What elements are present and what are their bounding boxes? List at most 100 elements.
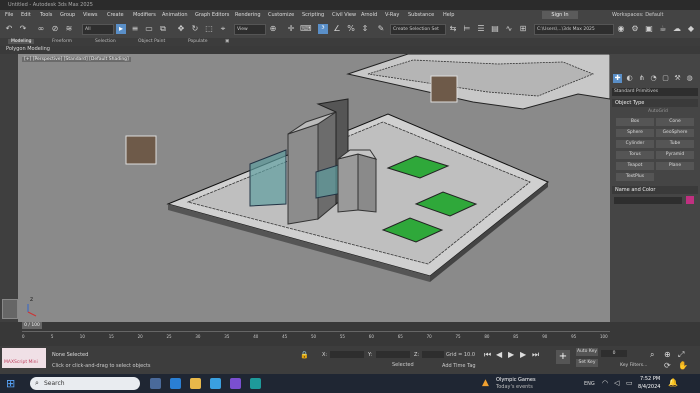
add-time-tag[interactable]: Add Time Tag bbox=[442, 363, 476, 369]
angle-snap-icon[interactable]: ∠ bbox=[332, 24, 342, 34]
create-tab-icon[interactable]: ✚ bbox=[613, 74, 622, 83]
render-setup-icon[interactable]: ⚙ bbox=[630, 24, 640, 34]
task-view-icon[interactable] bbox=[150, 378, 161, 389]
workspace-selector[interactable]: Workspaces: Default bbox=[612, 12, 663, 18]
arnold-render-icon[interactable]: ◆ bbox=[686, 24, 696, 34]
auto-key-button[interactable]: Auto Key bbox=[576, 348, 598, 356]
schematic-view-icon[interactable]: ⊞ bbox=[518, 24, 528, 34]
previous-frame-icon[interactable]: ◀ bbox=[496, 350, 502, 359]
menu-animation[interactable]: Animation bbox=[162, 12, 188, 18]
layer-explorer-icon[interactable]: ▤ bbox=[490, 24, 500, 34]
snaps-toggle-icon[interactable]: ³ bbox=[318, 24, 328, 34]
taskbar-search[interactable]: Search bbox=[30, 377, 140, 390]
select-object-icon[interactable]: ▸ bbox=[116, 24, 126, 34]
pan-icon[interactable]: ✋ bbox=[678, 361, 688, 370]
box-button[interactable]: Box bbox=[616, 118, 654, 126]
named-selection-dropdown[interactable]: Create Selection Set bbox=[390, 24, 446, 35]
ribbon-options-icon[interactable]: ▣ bbox=[225, 39, 229, 44]
category-geometry-icon[interactable]: ◍ bbox=[685, 74, 694, 83]
ribbon-tab-object-paint[interactable]: Object Paint bbox=[138, 39, 165, 44]
display-tab-icon[interactable]: ▢ bbox=[661, 74, 670, 83]
menu-graph-editors[interactable]: Graph Editors bbox=[195, 12, 229, 18]
notifications-icon[interactable]: 🔔 bbox=[668, 378, 678, 387]
play-icon[interactable]: ▶ bbox=[508, 350, 514, 359]
chrome-icon[interactable] bbox=[210, 378, 221, 389]
unlink-icon[interactable]: ⊘ bbox=[50, 24, 60, 34]
ribbon-tab-populate[interactable]: Populate bbox=[188, 39, 208, 44]
menu-help[interactable]: Help bbox=[443, 12, 454, 18]
current-frame-field[interactable]: 0 bbox=[601, 350, 627, 357]
hierarchy-tab-icon[interactable]: ⋔ bbox=[637, 74, 646, 83]
material-editor-icon[interactable]: ◉ bbox=[616, 24, 626, 34]
select-manipulate-icon[interactable]: ✛ bbox=[286, 24, 296, 34]
toggle-scene-explorer-icon[interactable]: ☰ bbox=[476, 24, 486, 34]
curve-editor-icon[interactable]: ∿ bbox=[504, 24, 514, 34]
lock-selection-icon[interactable]: 🔒 bbox=[300, 351, 309, 359]
menu-edit[interactable]: Edit bbox=[21, 12, 31, 18]
ribbon-tab-modeling[interactable]: Modeling bbox=[8, 39, 35, 44]
render-cloud-icon[interactable]: ☁ bbox=[672, 24, 682, 34]
redo-icon[interactable]: ↷ bbox=[18, 24, 28, 34]
maxscript-listener[interactable]: MAXScript Mini bbox=[2, 348, 46, 368]
undo-icon[interactable]: ↶ bbox=[4, 24, 14, 34]
sign-in-button[interactable]: Sign In bbox=[542, 11, 578, 19]
motion-tab-icon[interactable]: ◔ bbox=[649, 74, 658, 83]
selection-filter-dropdown[interactable]: All bbox=[82, 24, 114, 35]
pyramid-button[interactable]: Pyramid bbox=[656, 151, 694, 159]
rectangular-selection-icon[interactable]: ▭ bbox=[144, 24, 154, 34]
3dsmax-taskbar-icon[interactable] bbox=[250, 378, 261, 389]
object-type-rollout[interactable]: Object Type bbox=[612, 99, 698, 107]
spinner-snap-icon[interactable]: ⇕ bbox=[360, 24, 370, 34]
start-icon[interactable]: ⊞ bbox=[6, 377, 15, 390]
app-icon[interactable] bbox=[230, 378, 241, 389]
menu-tools[interactable]: Tools bbox=[40, 12, 52, 18]
project-folder-dropdown[interactable]: C:\Users\...\3ds Max 2025 bbox=[534, 24, 614, 35]
link-icon[interactable]: ∞ bbox=[36, 24, 46, 34]
plane-button[interactable]: Plane bbox=[656, 162, 694, 170]
maximize-viewport-icon[interactable]: ⤢ bbox=[678, 350, 684, 360]
rendered-frame-window-icon[interactable]: ▣ bbox=[644, 24, 654, 34]
select-by-name-icon[interactable]: ≡ bbox=[130, 24, 140, 34]
orbit-icon[interactable]: ⟳ bbox=[664, 361, 671, 370]
menu-rendering[interactable]: Rendering bbox=[235, 12, 261, 18]
menu-arnold[interactable]: Arnold bbox=[361, 12, 377, 18]
menu-create[interactable]: Create bbox=[107, 12, 124, 18]
placement-icon[interactable]: ⌖ bbox=[218, 24, 228, 34]
menu-vray[interactable]: V-Ray bbox=[385, 12, 399, 18]
battery-icon[interactable]: ▭ bbox=[626, 379, 633, 387]
render-icon[interactable]: ☕ bbox=[658, 24, 668, 34]
key-filters-button[interactable]: Key Filters... bbox=[620, 363, 647, 368]
file-explorer-icon[interactable] bbox=[190, 378, 201, 389]
bind-space-warp-icon[interactable]: ≋ bbox=[64, 24, 74, 34]
pivot-center-icon[interactable]: ⊕ bbox=[268, 24, 278, 34]
volume-icon[interactable]: ◁ bbox=[614, 379, 619, 387]
menu-views[interactable]: Views bbox=[83, 12, 97, 18]
geosphere-button[interactable]: GeoSphere bbox=[656, 129, 694, 137]
move-icon[interactable]: ✥ bbox=[176, 24, 186, 34]
torus-button[interactable]: Torus bbox=[616, 151, 654, 159]
menu-civil-view[interactable]: Civil View bbox=[332, 12, 356, 18]
menu-customize[interactable]: Customize bbox=[268, 12, 294, 18]
mirror-icon[interactable]: ⇆ bbox=[448, 24, 458, 34]
next-frame-icon[interactable]: ▶ bbox=[520, 350, 526, 359]
menu-file[interactable]: File bbox=[5, 12, 13, 18]
teapot-button[interactable]: Teapot bbox=[616, 162, 654, 170]
name-and-color-rollout[interactable]: Name and Color bbox=[612, 186, 698, 194]
set-key-mode-button[interactable]: Set Key bbox=[576, 359, 598, 367]
edit-named-selection-icon[interactable]: ✎ bbox=[376, 24, 386, 34]
reference-coordinate-dropdown[interactable]: View bbox=[234, 24, 266, 35]
tube-button[interactable]: Tube bbox=[656, 140, 694, 148]
go-to-start-icon[interactable]: ⏮ bbox=[484, 350, 491, 360]
language-indicator[interactable]: ENG bbox=[584, 381, 595, 387]
wifi-icon[interactable]: ◠ bbox=[602, 379, 608, 387]
time-slider[interactable]: 0 / 100 bbox=[22, 322, 42, 329]
textplus-button[interactable]: TextPlus bbox=[616, 173, 654, 181]
align-icon[interactable]: ⊨ bbox=[462, 24, 472, 34]
timeline-ruler[interactable]: 0 5 10 15 20 25 30 35 40 45 50 55 60 65 70 75 80 85 90 95 10… bbox=[22, 331, 610, 346]
percent-snap-icon[interactable]: % bbox=[346, 24, 356, 34]
z-coordinate-field[interactable] bbox=[422, 351, 444, 358]
cone-button[interactable]: Cone bbox=[656, 118, 694, 126]
menu-modifiers[interactable]: Modifiers bbox=[133, 12, 156, 18]
object-color-swatch[interactable] bbox=[686, 196, 694, 204]
menu-substance[interactable]: Substance bbox=[408, 12, 434, 18]
